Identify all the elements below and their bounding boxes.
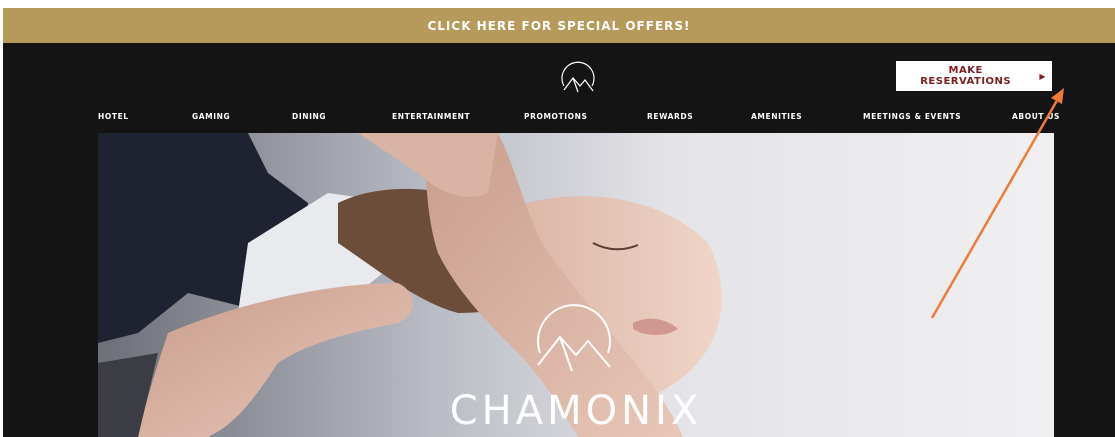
nav-item-about-us[interactable]: ABOUT US — [1012, 110, 1060, 124]
chamonix-hero-logo-icon — [526, 301, 622, 379]
nav-item-promotions[interactable]: PROMOTIONS — [524, 110, 587, 124]
main-nav: HOTEL GAMING DINING ENTERTAINMENT PROMOT… — [3, 110, 1115, 130]
make-reservations-label: MAKE RESERVATIONS — [920, 65, 1012, 87]
nav-item-rewards[interactable]: REWARDS — [647, 110, 693, 124]
nav-item-gaming[interactable]: GAMING — [192, 110, 230, 124]
nav-item-entertainment[interactable]: ENTERTAINMENT — [392, 110, 470, 124]
special-offers-label: CLICK HERE FOR SPECIAL OFFERS! — [427, 18, 691, 33]
play-arrow-icon: ▶ — [1039, 71, 1046, 81]
special-offers-banner[interactable]: CLICK HERE FOR SPECIAL OFFERS! — [3, 8, 1115, 43]
make-reservations-button[interactable]: MAKE RESERVATIONS ▶ — [896, 61, 1052, 91]
chamonix-wordmark: CHAMONIX — [449, 388, 703, 434]
nav-item-amenities[interactable]: AMENITIES — [751, 110, 802, 124]
nav-item-meetings-events[interactable]: MEETINGS & EVENTS — [863, 110, 961, 124]
page: CLICK HERE FOR SPECIAL OFFERS! MAKE RESE… — [0, 0, 1115, 437]
nav-item-dining[interactable]: DINING — [292, 110, 326, 124]
website-frame: CLICK HERE FOR SPECIAL OFFERS! MAKE RESE… — [3, 8, 1115, 437]
hero-image: CHAMONIX — [98, 133, 1054, 437]
chamonix-logo-icon[interactable] — [558, 60, 598, 100]
nav-item-hotel[interactable]: HOTEL — [98, 110, 129, 124]
